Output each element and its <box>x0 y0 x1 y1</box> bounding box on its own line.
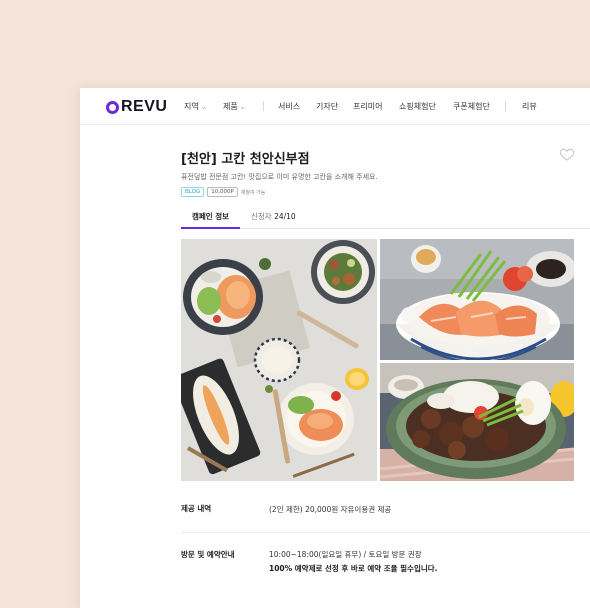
top-navigation: REVU 지역 ⌄ 제품 ⌄ 서비스 기자단 프리미어 쇼핑체험단 쿠폰체험단 리뷰 <box>80 88 590 125</box>
nav-reporter[interactable]: 기자단 <box>316 101 338 112</box>
detail-provision-value: (2인 제한) 20,000원 자유이용권 제공 <box>269 505 392 514</box>
logo-mark-icon <box>106 100 119 114</box>
rejoin-note: 재참여 가능 <box>240 189 266 196</box>
nav-shopping[interactable]: 쇼핑체험단 <box>399 101 436 112</box>
nav-service[interactable]: 서비스 <box>278 101 300 112</box>
campaign-tabs: 캠페인 정보 신청자 24/10 <box>181 210 590 229</box>
tab-applicants[interactable]: 신청자 24/10 <box>251 210 296 224</box>
detail-visit-label: 방문 및 예약안내 <box>181 550 235 559</box>
revu-logo[interactable]: REVU <box>106 98 167 116</box>
food-photo-table <box>181 239 377 481</box>
campaign-subtitle: 퓨전덮밥 전문점 고칸! 맛집으로 이미 유명한 고칸을 소개해 주세요. <box>181 173 378 181</box>
applicants-label: 신청자 <box>251 212 272 221</box>
nav-review[interactable]: 리뷰 <box>522 101 537 112</box>
applicants-count: 24/10 <box>274 212 296 221</box>
campaign-photos <box>181 239 574 481</box>
campaign-tags: BLOG 10,000P 재참여 가능 <box>181 187 265 197</box>
food-photo-salmon-bowl <box>380 239 574 360</box>
point-badge: 10,000P <box>207 187 238 197</box>
detail-visit-notice: 100% 예약제로 선정 후 바로 예약 조율 필수입니다. <box>269 564 438 573</box>
nav-region[interactable]: 지역 ⌄ <box>184 101 207 112</box>
detail-provision-label: 제공 내역 <box>181 504 212 513</box>
campaign-card: REVU 지역 ⌄ 제품 ⌄ 서비스 기자단 프리미어 쇼핑체험단 쿠폰체험단 리뷰… <box>80 88 590 608</box>
nav-coupon[interactable]: 쿠폰체험단 <box>453 101 490 112</box>
section-divider <box>181 532 590 533</box>
nav-product-label: 제품 <box>223 102 238 111</box>
logo-text: REVU <box>121 98 168 115</box>
chevron-down-icon: ⌄ <box>239 103 246 111</box>
chevron-down-icon: ⌄ <box>200 103 207 111</box>
nav-premier[interactable]: 프리미어 <box>353 101 382 112</box>
detail-visit-hours: 10:00~18:00(일요일 휴무) / 토요일 방문 권장 <box>269 550 422 559</box>
nav-divider <box>263 101 264 111</box>
heart-icon[interactable] <box>559 146 575 162</box>
nav-region-label: 지역 <box>184 102 199 111</box>
campaign-title: [천안] 고칸 천안신부점 <box>181 152 310 167</box>
food-photo-meat-bowl <box>380 363 574 481</box>
nav-divider <box>505 101 506 111</box>
nav-product[interactable]: 제품 ⌄ <box>223 101 246 112</box>
blog-badge: BLOG <box>181 187 205 197</box>
tab-campaign-info[interactable]: 캠페인 정보 <box>181 210 240 229</box>
